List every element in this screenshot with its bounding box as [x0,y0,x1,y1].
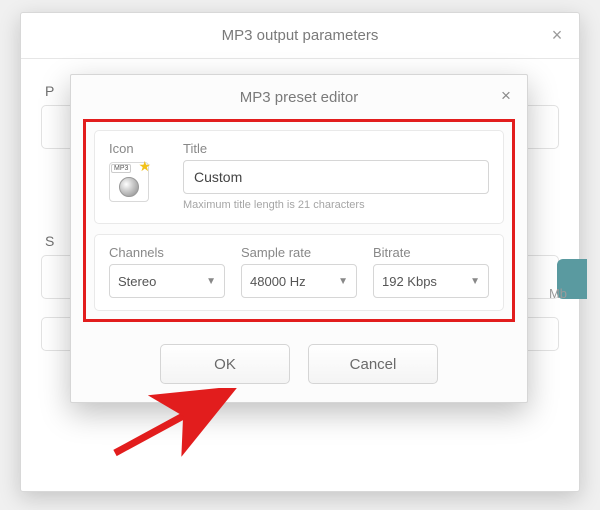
outer-header: MP3 output parameters × [21,13,579,59]
chevron-down-icon: ▼ [206,276,216,287]
dialog-buttons: OK Cancel [71,330,527,402]
outer-title: MP3 output parameters [222,27,379,44]
inner-header: MP3 preset editor × [71,75,527,119]
highlight-box: Icon MP3 ★ Title Maximum title length is… [83,119,515,322]
samplerate-select[interactable]: 48000 Hz ▼ [241,264,357,298]
title-label: Title [183,141,489,156]
bitrate-select[interactable]: 192 Kbps ▼ [373,264,489,298]
samplerate-value: 48000 Hz [250,274,306,289]
title-input[interactable] [183,160,489,194]
bitrate-label: Bitrate [373,245,489,260]
channels-select[interactable]: Stereo ▼ [109,264,225,298]
outer-close-button[interactable]: × [543,21,571,49]
title-column: Title Maximum title length is 21 charact… [183,141,489,211]
inner-close-button[interactable]: × [493,83,519,109]
params-panel: Channels Stereo ▼ Sample rate 48000 Hz ▼… [94,234,504,311]
chevron-down-icon: ▼ [338,276,348,287]
title-hint: Maximum title length is 21 characters [183,199,489,211]
bitrate-column: Bitrate 192 Kbps ▼ [373,245,489,298]
preset-icon[interactable]: MP3 ★ [109,162,149,202]
icon-label: Icon [109,141,169,156]
preset-editor-dialog: MP3 preset editor × Icon MP3 ★ Title M [70,74,528,403]
title-panel: Icon MP3 ★ Title Maximum title length is… [94,130,504,224]
bg-mb-text: Mb [549,286,567,301]
channels-column: Channels Stereo ▼ [109,245,225,298]
samplerate-column: Sample rate 48000 Hz ▼ [241,245,357,298]
samplerate-label: Sample rate [241,245,357,260]
close-icon: × [552,25,563,46]
icon-column: Icon MP3 ★ [109,141,169,211]
inner-title: MP3 preset editor [240,89,358,106]
channels-value: Stereo [118,274,156,289]
close-icon: × [501,86,511,106]
cancel-button[interactable]: Cancel [308,344,438,384]
icon-tag: MP3 [111,164,131,173]
channels-label: Channels [109,245,225,260]
star-icon: ★ [138,158,151,175]
bitrate-value: 192 Kbps [382,274,437,289]
ok-button[interactable]: OK [160,344,290,384]
chevron-down-icon: ▼ [470,276,480,287]
